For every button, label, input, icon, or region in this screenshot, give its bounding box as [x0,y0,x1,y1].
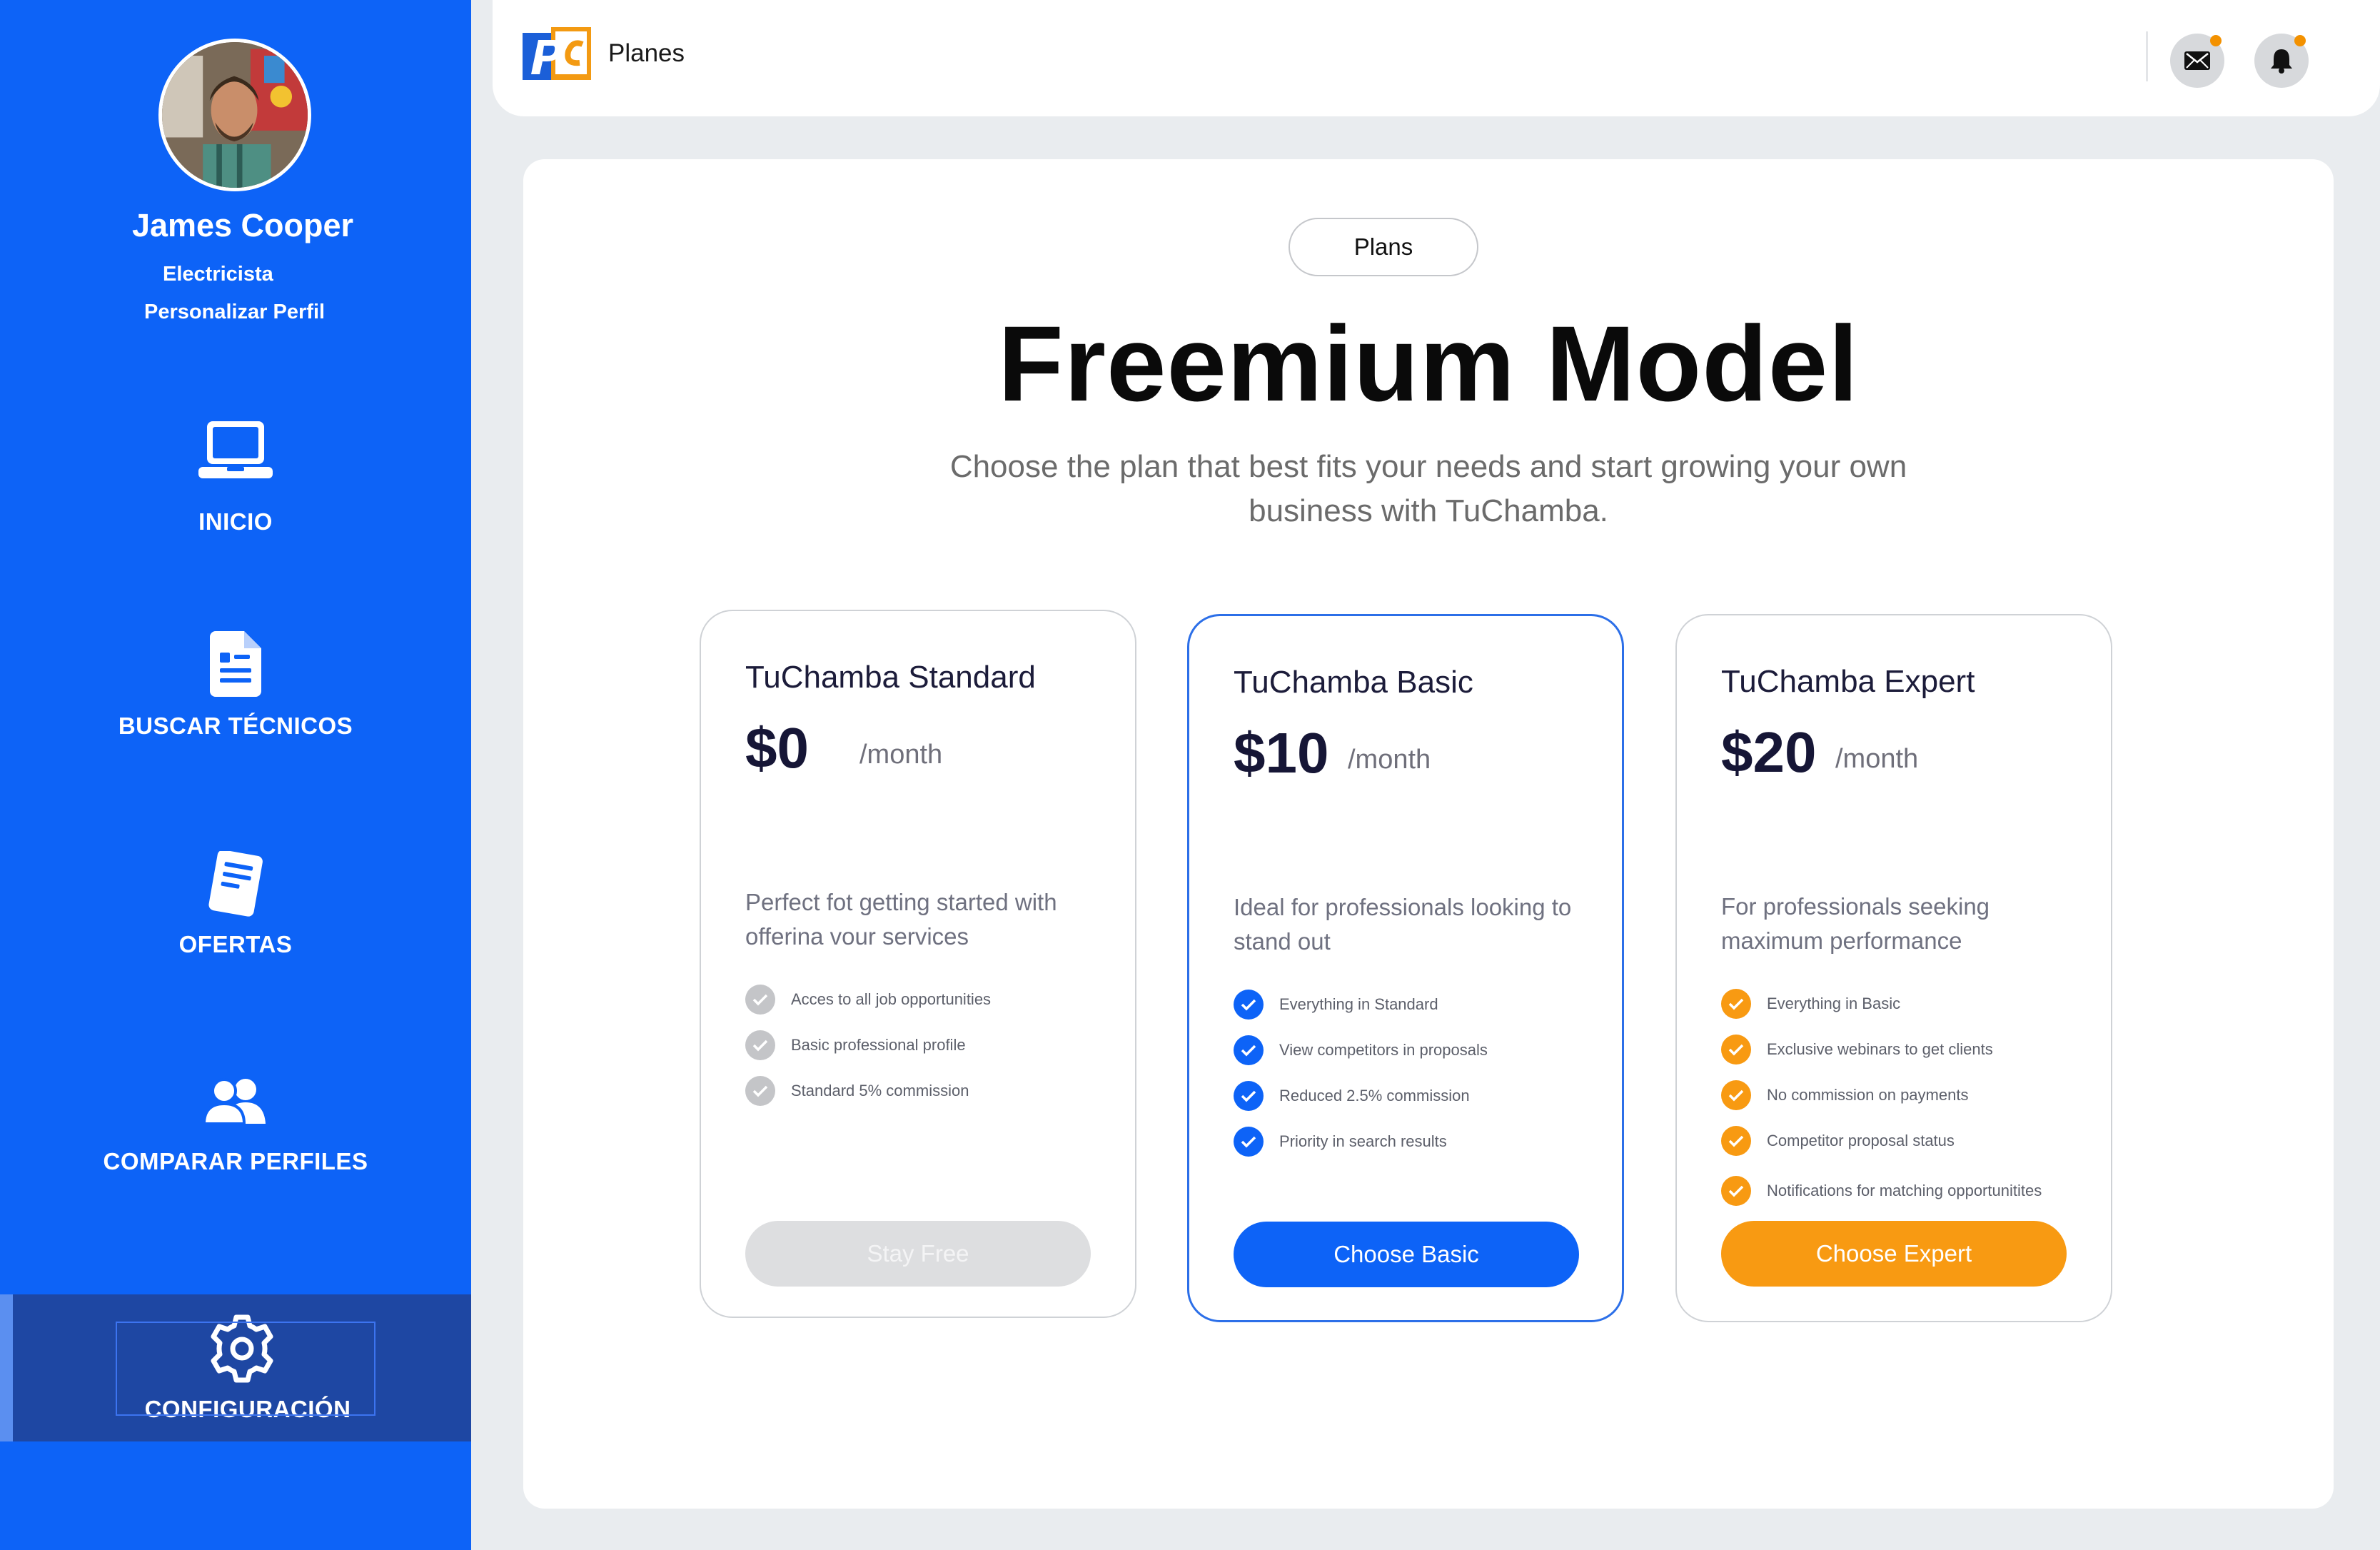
avatar[interactable] [158,39,311,191]
plan-card-expert: TuChamba Expert $20 /month For professio… [1675,614,2112,1322]
sidebar-item-buscar-tecnicos[interactable]: BUSCAR TÉCNICOS [0,631,471,740]
feature-text: Competitor proposal status [1767,1132,1955,1149]
feature-item: View competitors in proposals [1234,1027,1488,1073]
plan-name: TuChamba Basic [1234,665,1473,700]
check-icon [1234,990,1264,1020]
plan-period: /month [1835,744,1919,774]
choose-basic-button[interactable]: Choose Basic [1234,1222,1579,1287]
divider [2146,31,2148,81]
page-subtitle: Choose the plan that best fits your need… [949,449,1907,528]
feature-item: Reduced 2.5% commission [1234,1073,1488,1119]
plan-price: $0 [745,716,809,780]
check-icon [1721,1126,1751,1156]
feature-text: Exclusive webinars to get clients [1767,1040,1993,1058]
plan-name: TuChamba Standard [745,660,1036,695]
feature-list: Everything in Basic Exclusive webinars t… [1721,981,2042,1214]
feature-text: Standard 5% commission [791,1082,969,1099]
feature-item: No commission on payments [1721,1072,2042,1118]
feature-item: Basic professional profile [745,1022,991,1068]
check-icon [1721,1176,1751,1206]
check-icon [1234,1127,1264,1157]
feature-list: Everything in Standard View competitors … [1234,982,1488,1164]
feature-text: Basic professional profile [791,1036,966,1054]
check-icon [1721,989,1751,1019]
sidebar-item-inicio[interactable]: INICIO [0,421,471,535]
focus-outline [116,1322,375,1416]
laptop-icon [198,421,273,478]
feature-list: Acces to all job opportunities Basic pro… [745,977,991,1114]
plan-description: For professionals seeking maximum perfor… [1721,893,1990,954]
check-icon [1234,1081,1264,1111]
user-role: Electricista [163,263,273,286]
document-icon [210,631,261,697]
sidebar-item-label: OFERTAS [178,931,293,957]
feature-text: Acces to all job opportunities [791,990,992,1008]
feature-text: Reduced 2.5% commission [1279,1087,1470,1104]
feature-item: Everything in Basic [1721,981,2042,1027]
plan-period: /month [859,740,943,770]
plan-description: Ideal for professionals looking to stand… [1234,894,1572,955]
messages-button[interactable] [2170,34,2224,88]
customize-profile-link[interactable]: Personalizar Perfil [144,301,325,324]
notification-dot [2294,35,2306,46]
feature-item: Everything in Standard [1234,982,1488,1027]
stay-free-button[interactable]: Stay Free [745,1221,1091,1287]
plan-name: TuChamba Expert [1721,664,1975,699]
feature-text: Notifications for matching opportunitite… [1767,1182,2042,1199]
feature-text: Everything in Standard [1279,995,1438,1013]
sidebar: James Cooper Electricista Personalizar P… [0,0,471,1550]
top-bar: Planes [493,0,2380,116]
sidebar-item-label: COMPARAR PERFILES [103,1148,368,1174]
feature-item: Notifications for matching opportunitite… [1721,1168,2042,1214]
sidebar-item-label: INICIO [198,508,273,535]
feature-item: Acces to all job opportunities [745,977,991,1022]
sidebar-item-configuracion[interactable]: CONFIGURACIÓN [0,1294,471,1441]
feature-item: Standard 5% commission [745,1068,991,1114]
plan-card-basic: TuChamba Basic $10 /month Ideal for prof… [1187,614,1624,1322]
plan-description: Perfect fot getting started with offerin… [745,889,1057,950]
plans-tag: Plans [1289,218,1478,276]
plan-price: $10 [1234,721,1329,785]
feature-text: View competitors in proposals [1279,1041,1488,1059]
plan-price: $20 [1721,720,1817,784]
users-icon [203,1078,266,1124]
notifications-button[interactable] [2254,34,2309,88]
sidebar-item-comparar-perfiles[interactable]: COMPARAR PERFILES [0,1078,471,1175]
paper-icon [208,851,263,917]
check-icon [1234,1035,1264,1065]
feature-item: Exclusive webinars to get clients [1721,1027,2042,1072]
page-title: Planes [608,39,685,67]
feature-text: Priority in search results [1279,1132,1447,1150]
check-icon [745,1030,775,1060]
user-name: James Cooper [131,207,354,243]
avatar-photo [162,42,308,188]
notification-dot [2210,35,2222,46]
page-heading: Freemium Model [998,303,1859,423]
sidebar-item-label: BUSCAR TÉCNICOS [118,713,353,739]
app-root: James Cooper Electricista Personalizar P… [0,0,2380,1550]
plan-card-standard: TuChamba Standard $0 /month Perfect fot … [700,610,1136,1318]
plan-period: /month [1348,745,1431,775]
check-icon [1721,1080,1751,1110]
feature-text: No commission on payments [1767,1086,1969,1104]
check-icon [1721,1035,1751,1065]
bell-icon [2271,49,2292,74]
check-icon [745,1076,775,1106]
sidebar-item-ofertas[interactable]: OFERTAS [0,851,471,958]
tuchamba-logo[interactable] [523,27,591,80]
feature-item: Priority in search results [1234,1119,1488,1164]
feature-item: Competitor proposal status [1721,1118,2042,1164]
check-icon [745,985,775,1015]
plans-panel: Plans Freemium Model Choose the plan tha… [523,159,2334,1509]
feature-text: Everything in Basic [1767,995,1901,1012]
mail-icon [2184,51,2210,70]
choose-expert-button[interactable]: Choose Expert [1721,1221,2067,1287]
